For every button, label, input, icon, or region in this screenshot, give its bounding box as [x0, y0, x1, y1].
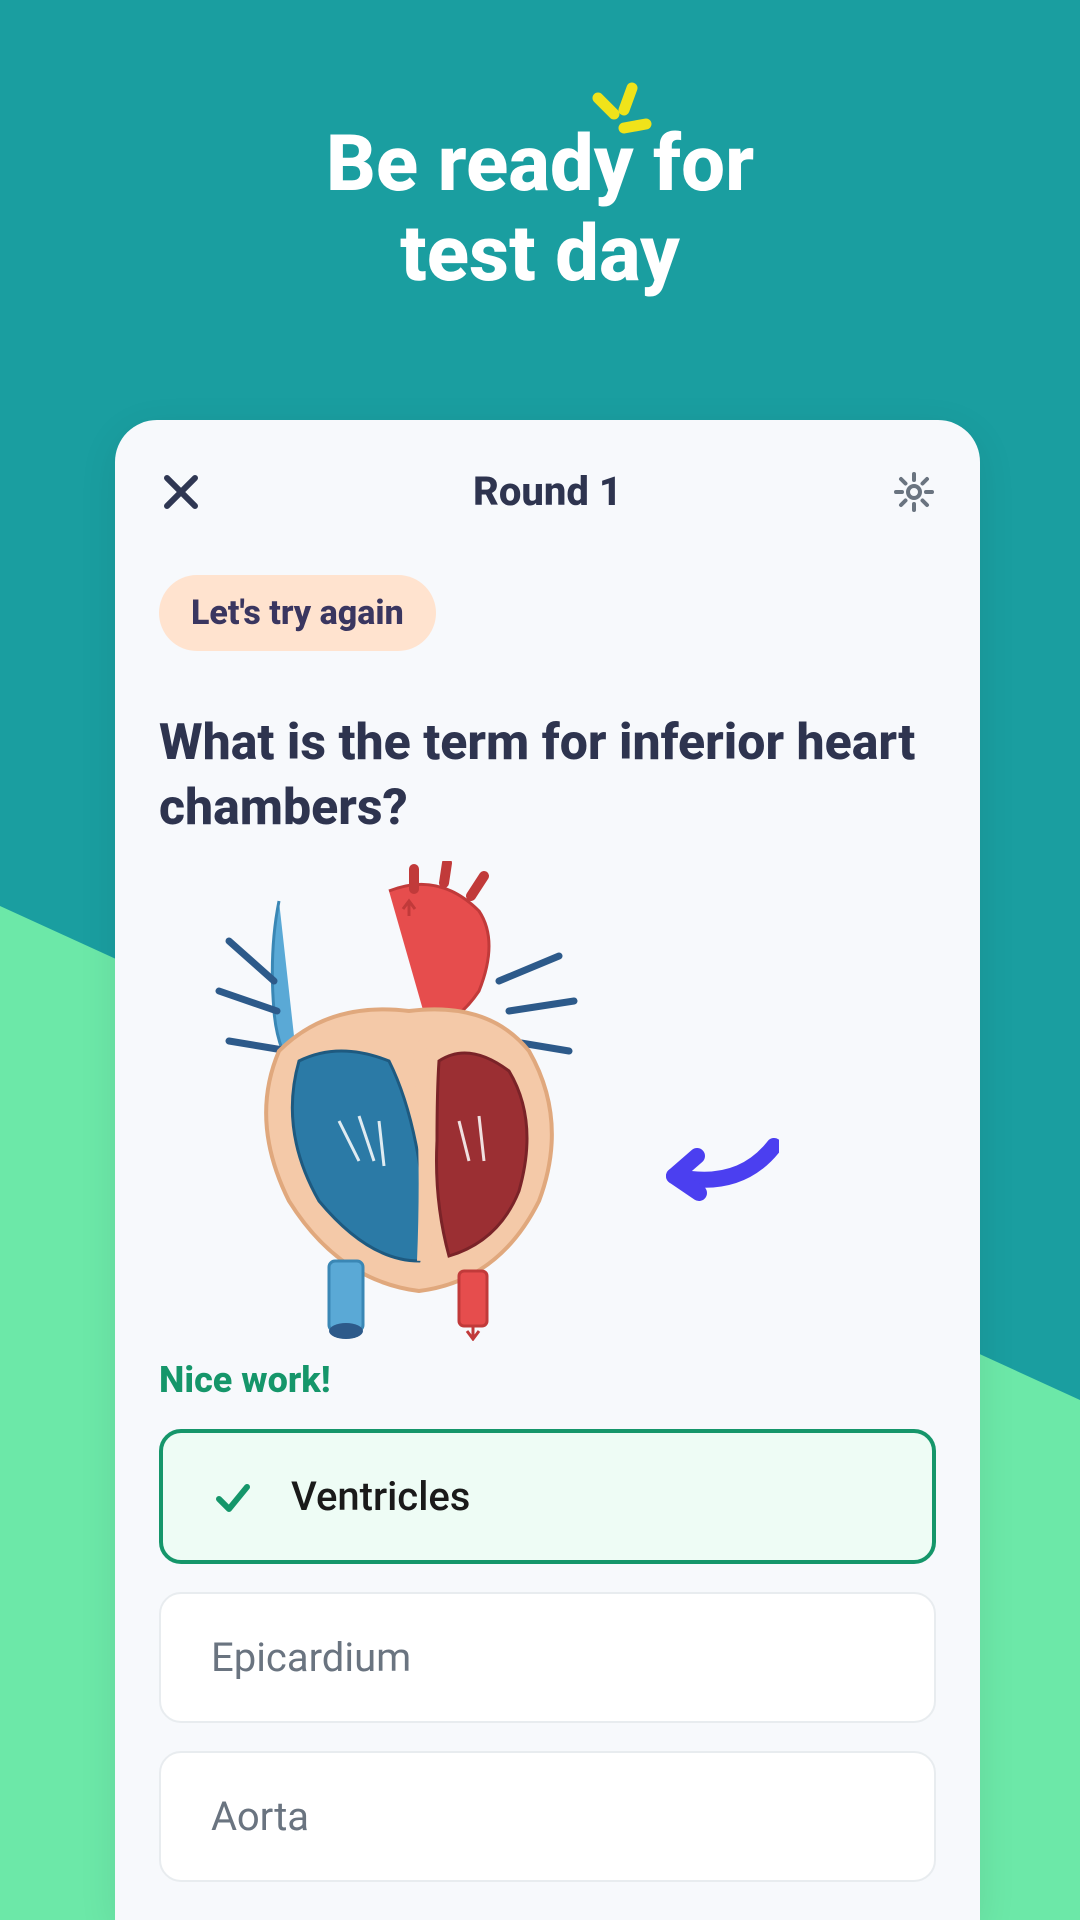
hint-pill: Let's try again [159, 575, 436, 651]
option-epicardium[interactable]: Epicardium [159, 1592, 936, 1723]
round-title: Round 1 [473, 468, 622, 515]
option-label: Epicardium [211, 1634, 411, 1681]
headline: Be ready for test day [0, 120, 1080, 299]
gear-icon[interactable] [892, 470, 936, 514]
check-icon [213, 1477, 253, 1517]
option-aorta[interactable]: Aorta [159, 1751, 936, 1882]
card-body: Let's try again What is the term for inf… [115, 535, 980, 1882]
option-ventricles[interactable]: Ventricles [159, 1429, 936, 1564]
close-icon[interactable] [159, 470, 203, 514]
question-text: What is the term for inferior heart cham… [159, 711, 936, 841]
headline-line-1: Be ready for [326, 119, 754, 210]
pointer-arrow-icon [649, 1121, 779, 1211]
headline-line-2: test day [400, 209, 680, 300]
heart-illustration [159, 861, 659, 1341]
sparkle-icon [580, 80, 660, 160]
option-label: Ventricles [291, 1473, 470, 1520]
card-header: Round 1 [115, 420, 980, 535]
option-label: Aorta [211, 1793, 309, 1840]
feedback-text: Nice work! [159, 1359, 936, 1401]
quiz-card: Round 1 Let's try again What is the term… [115, 420, 980, 1920]
